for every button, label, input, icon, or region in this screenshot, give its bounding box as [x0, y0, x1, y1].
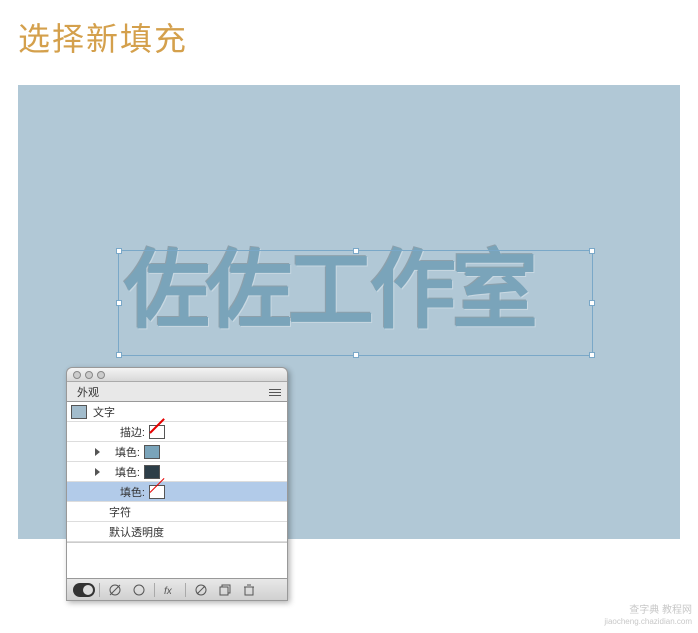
watermark-line1: 查字典 教程网	[604, 605, 692, 617]
panel-tab-appearance[interactable]: 外观	[67, 382, 287, 402]
window-dot-icon[interactable]	[85, 371, 93, 379]
clear-appearance-button[interactable]	[190, 582, 212, 598]
appearance-row-fill-1[interactable]: 填色:	[67, 442, 287, 462]
appearance-row-type[interactable]: 文字	[67, 402, 287, 422]
new-stroke-button[interactable]	[104, 582, 126, 598]
window-dot-icon[interactable]	[73, 371, 81, 379]
panel-footer: fx	[67, 578, 287, 600]
resize-handle-top-left[interactable]	[116, 248, 122, 254]
panel-blank-area	[67, 542, 287, 578]
row-label: 填色:	[109, 484, 145, 500]
watermark-line2: jiaocheng.chazidian.com	[604, 617, 692, 627]
fill-swatch-icon[interactable]	[144, 445, 160, 459]
row-label: 默认透明度	[109, 524, 164, 540]
new-fill-button[interactable]	[128, 582, 150, 598]
svg-text:fx: fx	[164, 586, 173, 597]
row-label: 字符	[109, 504, 131, 520]
appearance-row-fill-3-selected[interactable]: 填色:	[67, 482, 287, 502]
selection-bounding-box[interactable]	[118, 250, 593, 356]
footer-toggle-button[interactable]	[73, 582, 95, 598]
resize-handle-top-center[interactable]	[353, 248, 359, 254]
disclosure-triangle-icon[interactable]	[95, 468, 100, 476]
row-label: 文字	[93, 404, 115, 420]
resize-handle-bottom-right[interactable]	[589, 352, 595, 358]
resize-handle-middle-left[interactable]	[116, 300, 122, 306]
fill-swatch-icon[interactable]	[144, 465, 160, 479]
divider	[99, 583, 100, 597]
appearance-panel: 外观 文字 描边: 填色: 填色: 填色:	[66, 367, 288, 601]
delete-button[interactable]	[238, 582, 260, 598]
duplicate-button[interactable]	[214, 582, 236, 598]
appearance-row-stroke[interactable]: 描边:	[67, 422, 287, 442]
row-label: 填色:	[104, 444, 140, 460]
row-label: 填色:	[104, 464, 140, 480]
fx-button[interactable]: fx	[159, 582, 181, 598]
resize-handle-bottom-center[interactable]	[353, 352, 359, 358]
resize-handle-middle-right[interactable]	[589, 300, 595, 306]
panel-tab-label: 外观	[77, 384, 99, 400]
appearance-row-opacity[interactable]: 默认透明度	[67, 522, 287, 542]
panel-menu-icon[interactable]	[267, 385, 283, 399]
type-swatch-icon	[71, 405, 87, 419]
disclosure-triangle-icon[interactable]	[95, 448, 100, 456]
row-label: 描边:	[109, 424, 145, 440]
window-dot-icon[interactable]	[97, 371, 105, 379]
resize-handle-top-right[interactable]	[589, 248, 595, 254]
panel-titlebar[interactable]	[67, 368, 287, 382]
stroke-swatch-none-icon[interactable]	[149, 425, 165, 439]
panel-body: 文字 描边: 填色: 填色: 填色: 字符	[67, 402, 287, 578]
resize-handle-bottom-left[interactable]	[116, 352, 122, 358]
page-title: 选择新填充	[18, 14, 188, 60]
divider	[154, 583, 155, 597]
appearance-row-fill-2[interactable]: 填色:	[67, 462, 287, 482]
appearance-row-character[interactable]: 字符	[67, 502, 287, 522]
divider	[185, 583, 186, 597]
watermark: 查字典 教程网 jiaocheng.chazidian.com	[604, 605, 692, 627]
fill-swatch-none-icon[interactable]	[149, 485, 165, 499]
